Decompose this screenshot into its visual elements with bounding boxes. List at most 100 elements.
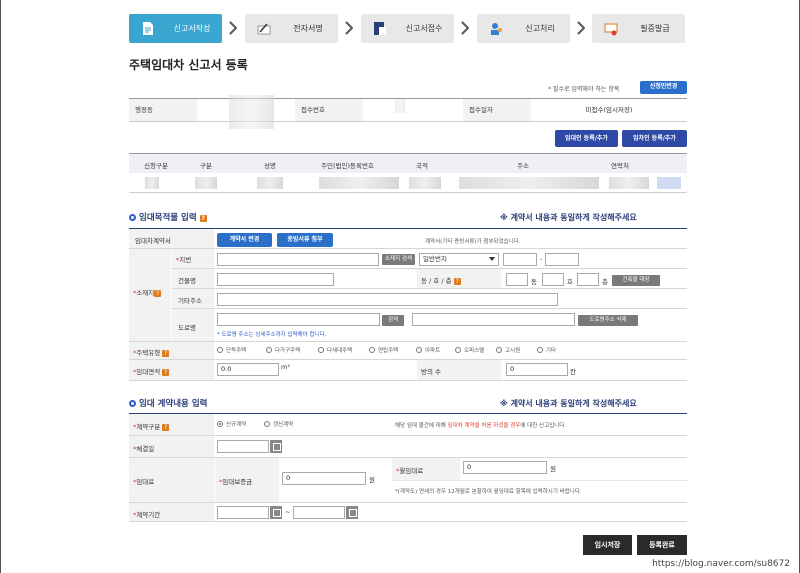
step-write-report: 신고서작성 (129, 14, 222, 43)
period-end-input[interactable] (293, 506, 345, 519)
evidence-attach-button[interactable]: 증빙서류 첨부 (277, 233, 333, 247)
register-complete-button[interactable]: 등록완료 (637, 535, 687, 555)
house-type-radio[interactable] (455, 347, 461, 353)
applicant-change-button[interactable]: 신청인변경 (640, 81, 687, 94)
house-type-radio[interactable] (496, 347, 502, 353)
house-type-radio[interactable] (217, 347, 223, 353)
house-type-option: 오피스텔 (464, 348, 485, 354)
section-title-contract: 임대 계약내용 입력 (129, 397, 207, 409)
house-type-radio[interactable] (537, 347, 543, 353)
road-search-button[interactable]: 검색 (382, 315, 404, 326)
deposit-label: *임대보증금 (215, 458, 279, 502)
contract-change-button[interactable]: 계약서 변경 (217, 233, 272, 247)
receipt-no-label: 접수번호 (295, 99, 363, 121)
rooms-input[interactable]: 0 (506, 363, 568, 376)
floor-suffix: 층 (602, 278, 608, 286)
contract-form: *계약구분 ? 신규계약 갱신계약 해당 임대 물건에 대해 임대차 계약을 처… (129, 413, 687, 522)
ho-input[interactable] (542, 273, 564, 286)
lot-label: *지번 (172, 249, 214, 268)
help-icon[interactable]: ? (453, 278, 461, 285)
pen-sign-icon (257, 23, 271, 35)
house-type-label: *주택유형 ? (129, 342, 214, 359)
lot-sub-input[interactable] (545, 253, 579, 266)
help-icon[interactable]: ? (162, 424, 170, 431)
other-address-input[interactable] (217, 293, 558, 306)
step-label: 전자서명 (293, 24, 323, 33)
help-icon[interactable]: ? (199, 215, 207, 222)
location-search-button[interactable]: 소재지 검색 (382, 254, 415, 265)
house-type-radio[interactable] (266, 347, 272, 353)
chevron-right-icon (345, 21, 353, 35)
house-type-option: 기타 (546, 348, 557, 354)
chevron-right-icon (577, 21, 585, 35)
step-label: 신고처리 (525, 24, 555, 33)
divider (172, 288, 687, 289)
step-label: 필증발급 (640, 24, 670, 33)
receipt-info-table: 행정동 접수번호 접수일자 미접수(임시저장) (129, 95, 687, 129)
monthly-rent-note: *(계약도) 연세의 경우 12개월로 분할하여 월임대료 항목에 입력하시기 … (395, 489, 582, 495)
lot-type-select[interactable]: 일반번지 (419, 253, 499, 266)
agency-label: 행정동 (129, 99, 197, 121)
help-icon[interactable]: ? (154, 290, 162, 297)
help-icon[interactable]: ? (162, 369, 170, 376)
step-certificate: 필증발급 (592, 14, 685, 43)
road-input[interactable] (217, 313, 380, 326)
dash: - (540, 255, 543, 263)
building-name-input[interactable] (217, 273, 334, 286)
road-delete-button[interactable]: 도로명주소 삭제 (578, 315, 638, 326)
rooms-unit: 칸 (570, 368, 576, 376)
page-title: 주택임대차 신고서 등록 (129, 58, 248, 72)
calendar-icon[interactable] (270, 506, 282, 519)
building-register-button[interactable]: 건축물 대장 (612, 275, 660, 286)
step-label: 신고서작성 (173, 24, 211, 33)
lessee-add-button[interactable]: 임차인 등록/추가 (622, 130, 687, 147)
lot-main-input[interactable] (503, 253, 537, 266)
column-header: 구분 (200, 162, 212, 170)
blurred-cell (319, 177, 399, 189)
deposit-unit: 원 (369, 476, 375, 484)
house-type-option: 단독주택 (226, 348, 247, 354)
blurred-value (395, 99, 405, 113)
column-header: 국적 (416, 162, 428, 170)
temp-save-button[interactable]: 임시저장 (583, 535, 632, 555)
calendar-icon[interactable] (270, 440, 282, 453)
dong-input[interactable] (506, 273, 528, 286)
monthly-rent-input[interactable]: 0 (463, 461, 547, 474)
lot-input[interactable] (217, 253, 379, 266)
divider (392, 480, 687, 481)
signed-date-input[interactable] (217, 440, 269, 453)
lessor-add-button[interactable]: 임대인 등록/추가 (555, 130, 618, 147)
help-icon[interactable]: ? (162, 350, 170, 357)
column-header: 주소 (517, 162, 529, 170)
contract-label: 임대차계약서 (129, 229, 214, 248)
property-form: 임대차계약서 계약서 변경 증빙서류 첨부 계약서(기타 증빙서류)가 첨부되었… (129, 228, 687, 381)
contract-type-label: *계약구분 ? (129, 414, 214, 435)
section-note: ※ 계약서 내용과 동일하게 작성해주세요 (500, 399, 637, 408)
ho-suffix: 호 (567, 278, 573, 286)
watermark-text: https://blog.naver.com/su8672 (652, 559, 790, 569)
period-start-input[interactable] (217, 506, 269, 519)
party-table-header: 신청구분 구분 성명 주민(법인)등록번호 국적 주소 연락처 (129, 153, 687, 173)
house-type-option: 연립주택 (378, 348, 399, 354)
blurred-cell (257, 177, 283, 189)
house-type-radio[interactable] (416, 347, 422, 353)
folder-icon (374, 22, 386, 35)
deposit-input[interactable]: 0 (282, 472, 366, 485)
calendar-icon[interactable] (346, 506, 358, 519)
contract-renew-radio[interactable] (264, 421, 270, 427)
table-row[interactable] (129, 173, 687, 193)
area-unit: m² (281, 363, 290, 371)
divider (129, 521, 687, 522)
area-input[interactable]: 0.0 (217, 363, 279, 376)
chevron-right-icon (229, 21, 237, 35)
road-detail-input[interactable] (412, 313, 575, 326)
blurred-cell (657, 177, 681, 189)
contract-new-label: 신규계약 (226, 422, 247, 428)
house-type-option: 다가구주택 (275, 348, 301, 354)
house-type-radio[interactable] (318, 347, 324, 353)
contract-attach-note: 계약서(기타 증빙서류)가 첨부되었습니다. (425, 239, 521, 245)
contract-new-radio[interactable] (217, 421, 223, 427)
house-type-radio[interactable] (369, 347, 375, 353)
house-type-option: 고시원 (505, 348, 521, 354)
floor-input[interactable] (577, 273, 599, 286)
